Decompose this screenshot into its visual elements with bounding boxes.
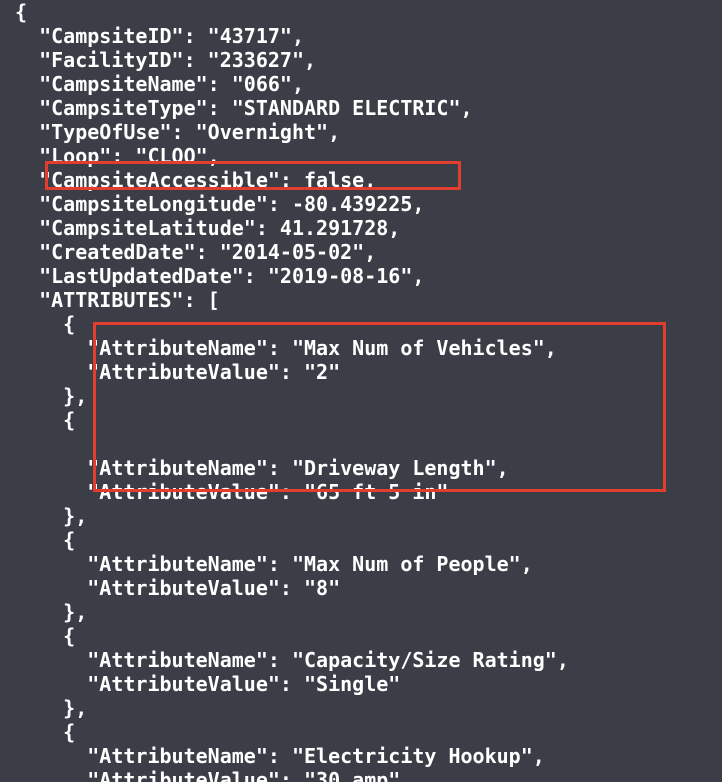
code-line: { (15, 0, 28, 24)
code-line: "CampsiteType": "STANDARD ELECTRIC", (15, 96, 473, 120)
code-line: "FacilityID": "233627", (15, 48, 317, 72)
code-line: "AttributeValue": "Single" (15, 672, 401, 696)
code-line: "AttributeName": "Capacity/Size Rating", (15, 648, 569, 672)
code-line: "CampsiteID": "43717", (15, 24, 304, 48)
code-line: "CampsiteLongitude": -80.439225, (15, 192, 425, 216)
code-line: "AttributeValue": "65 ft 5 in" (15, 480, 449, 504)
code-line: { (15, 312, 76, 336)
code-line: { (15, 720, 76, 744)
code-line: }, (15, 600, 88, 624)
code-line: { (15, 624, 76, 648)
code-line: "AttributeName": "Driveway Length", (15, 456, 509, 480)
code-line: "Loop": "CLOO", (15, 144, 220, 168)
code-line: "AttributeValue": "2" (15, 360, 341, 384)
code-line: "TypeOfUse": "Overnight", (15, 120, 341, 144)
code-line: "LastUpdatedDate": "2019-08-16", (15, 264, 425, 288)
code-line: "CampsiteLatitude": 41.291728, (15, 216, 401, 240)
code-viewer: { "CampsiteID": "43717", "FacilityID": "… (0, 0, 722, 782)
code-line: "CampsiteName": "066", (15, 72, 304, 96)
code-line: }, (15, 696, 88, 720)
code-line: "ATTRIBUTES": [ (15, 288, 220, 312)
code-lines: { "CampsiteID": "43717", "FacilityID": "… (15, 0, 569, 782)
code-line: "AttributeName": "Max Num of People", (15, 552, 533, 576)
code-line: { (15, 408, 76, 432)
code-line: "AttributeValue": "30 amp" (15, 768, 401, 782)
code-line: { (15, 528, 76, 552)
code-line: "AttributeValue": "8" (15, 576, 341, 600)
code-line: "AttributeName": "Max Num of Vehicles", (15, 336, 557, 360)
code-line: "CreatedDate": "2014-05-02", (15, 240, 377, 264)
code-line: "AttributeName": "Electricity Hookup", (15, 744, 545, 768)
code-line: }, (15, 504, 88, 528)
code-line: }, (15, 384, 88, 408)
code-line: "CampsiteAccessible": false, (15, 168, 377, 192)
